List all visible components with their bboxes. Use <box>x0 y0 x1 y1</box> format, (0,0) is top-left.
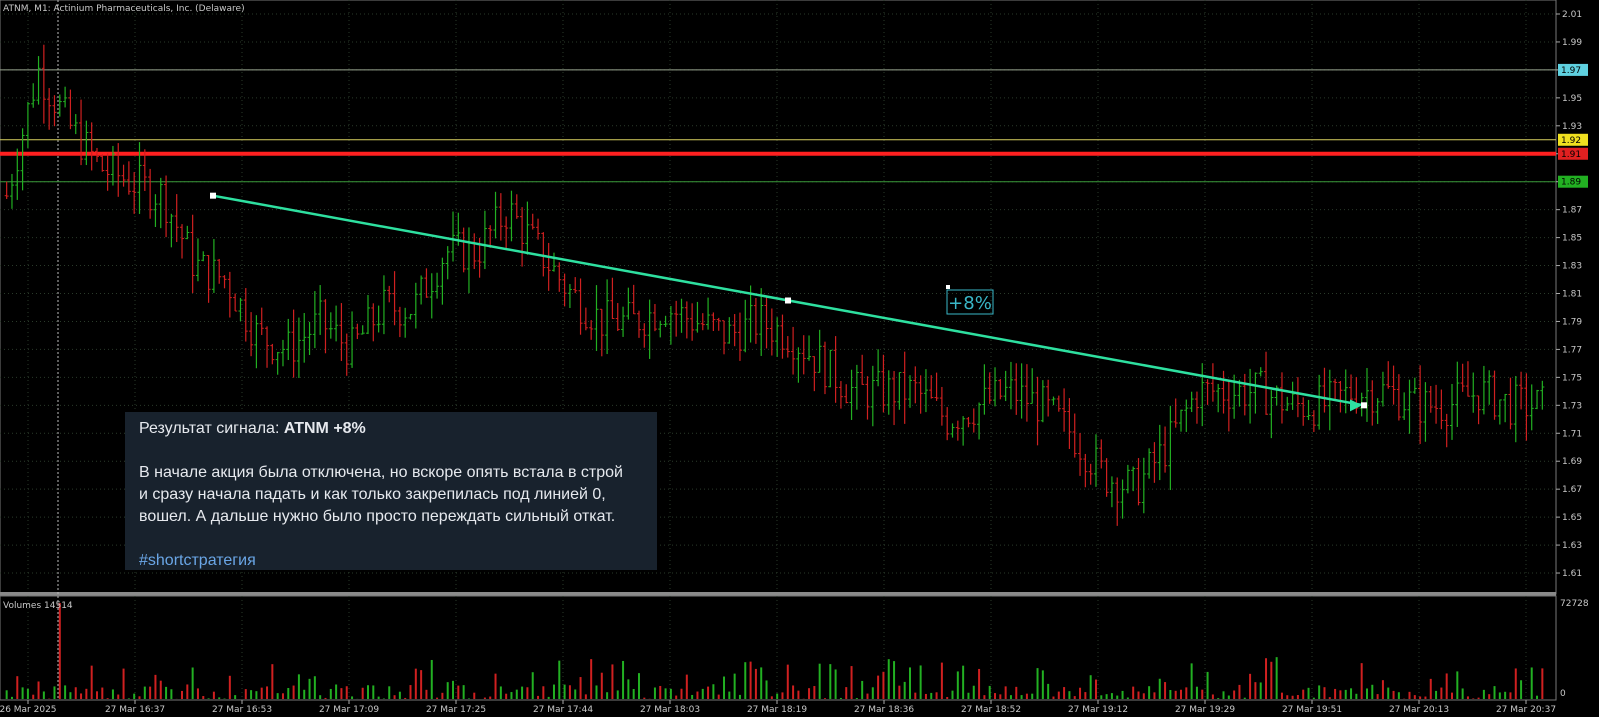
price-tick-label: 1.79 <box>1562 317 1582 327</box>
price-tick-label: 1.73 <box>1562 401 1582 411</box>
price-tick-label: 1.87 <box>1562 206 1582 216</box>
time-tick-label: 27 Mar 18:19 <box>747 705 807 715</box>
price-tag-label: 1.97 <box>1561 66 1581 76</box>
time-tick-label: 26 Mar 2025 <box>0 705 57 715</box>
price-tick-label: 1.61 <box>1562 569 1582 579</box>
price-tag-label: 1.89 <box>1561 178 1581 188</box>
time-tick-label: 27 Mar 18:03 <box>640 705 700 715</box>
caption-text-line-3: вошел. А дальше нужно было просто пережд… <box>139 508 616 525</box>
time-tick-label: 27 Mar 16:37 <box>105 705 165 715</box>
price-tick-label: 1.95 <box>1562 94 1582 104</box>
time-tick-label: 27 Mar 18:52 <box>961 705 1021 715</box>
time-tick-label: 27 Mar 17:09 <box>319 705 379 715</box>
price-tick-label: 1.65 <box>1562 513 1582 523</box>
time-tick-label: 27 Mar 16:53 <box>212 705 272 715</box>
price-tick-label: 1.75 <box>1562 373 1582 383</box>
caption-text-line-1: В начале акция была отключена, но вскоре… <box>139 464 623 481</box>
price-tick-label: 1.77 <box>1562 345 1582 355</box>
price-tick-label: 1.93 <box>1562 122 1582 132</box>
volume-indicator-label: Volumes 14514 <box>3 601 73 611</box>
time-tick-label: 27 Mar 19:51 <box>1282 705 1342 715</box>
price-tick-label: 1.99 <box>1562 38 1582 48</box>
trend-line-handle[interactable] <box>1361 402 1367 409</box>
price-tick-label: 1.85 <box>1562 234 1582 244</box>
caption-text-line-2: и сразу начала падать и как только закре… <box>139 486 606 503</box>
time-tick-label: 27 Mar 19:12 <box>1068 705 1128 715</box>
price-tick-label: 1.81 <box>1562 290 1582 300</box>
price-tick-label: 1.69 <box>1562 457 1582 467</box>
caption-title: Результат сигнала: ATNM +8% <box>139 418 643 440</box>
chart-header: ATNM, M1: Actinium Pharmaceuticals, Inc.… <box>3 4 245 14</box>
price-tick-label: 1.83 <box>1562 262 1582 272</box>
time-tick-label: 27 Mar 20:13 <box>1389 705 1449 715</box>
profit-label-anchor[interactable] <box>946 285 950 289</box>
price-tick-label: 1.71 <box>1562 429 1582 439</box>
time-tick-label: 27 Mar 18:36 <box>854 705 914 715</box>
price-tick-label: 1.63 <box>1562 541 1582 551</box>
volume-axis-max: 72728 <box>1560 599 1589 609</box>
price-chart[interactable]: 2.01 1.99 1.97 1.95 1.93 1.91 1.89 1.87 1.85 1.83… <box>0 0 1599 717</box>
price-tick-label: 2.01 <box>1562 10 1582 20</box>
time-tick-label: 27 Mar 20:37 <box>1496 705 1556 715</box>
pane-separator[interactable] <box>0 592 1556 596</box>
time-tick-label: 27 Mar 17:44 <box>533 705 593 715</box>
signal-result-caption: Результат сигнала: ATNM +8% В начале акц… <box>125 412 657 570</box>
trend-line-handle[interactable] <box>210 192 216 199</box>
trend-line-handle[interactable] <box>785 297 791 304</box>
price-tag-label: 1.91 <box>1561 150 1581 160</box>
volume-axis-min: 0 <box>1560 689 1566 699</box>
caption-hashtag-link[interactable]: #shortстратегия <box>139 550 643 572</box>
chart-background <box>0 0 1599 717</box>
time-tick-label: 27 Mar 19:29 <box>1175 705 1235 715</box>
time-tick-label: 27 Mar 17:25 <box>426 705 486 715</box>
price-tick-label: 1.67 <box>1562 485 1582 495</box>
price-tag-label: 1.92 <box>1561 136 1581 146</box>
profit-label-text: +8% <box>948 293 992 314</box>
caption-title-prefix: Результат сигнала: <box>139 420 284 437</box>
caption-title-result: ATNM +8% <box>283 420 366 437</box>
